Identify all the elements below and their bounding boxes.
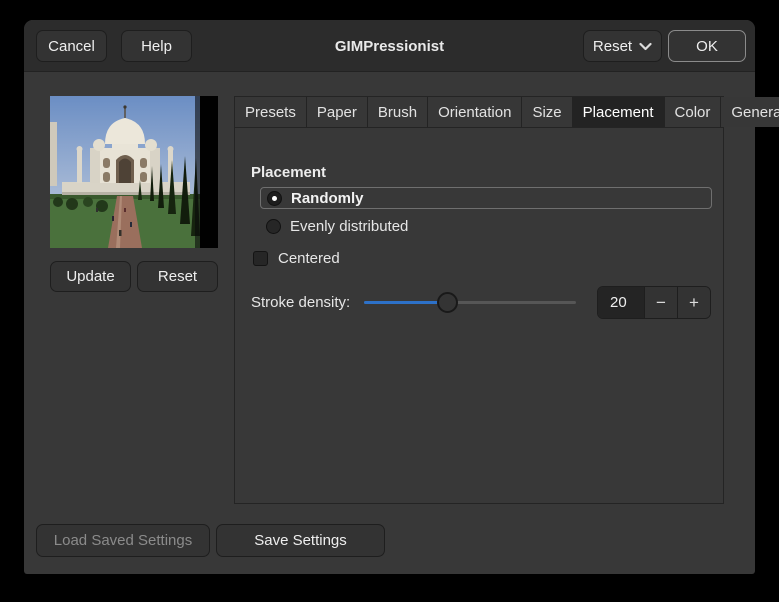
tab-orientation[interactable]: Orientation bbox=[428, 97, 523, 127]
placement-panel: Placement Randomly Evenly distributed Ce… bbox=[235, 128, 723, 503]
stroke-density-slider[interactable] bbox=[364, 286, 576, 319]
cancel-button-label: Cancel bbox=[48, 37, 95, 55]
update-button-label: Update bbox=[66, 268, 115, 285]
save-settings-button[interactable]: Save Settings bbox=[216, 524, 385, 557]
ok-button-label: OK bbox=[696, 37, 718, 55]
tab-paper[interactable]: Paper bbox=[306, 97, 368, 127]
reset-menu-label: Reset bbox=[592, 37, 633, 55]
checkbox-unchecked-icon bbox=[253, 251, 268, 266]
slider-thumb[interactable] bbox=[436, 292, 458, 313]
decrement-button[interactable]: − bbox=[644, 287, 677, 318]
taj-mahal-preview bbox=[50, 96, 218, 248]
help-button[interactable]: Help bbox=[121, 30, 192, 62]
slider-fill bbox=[364, 301, 447, 304]
tab-presets[interactable]: Presets bbox=[235, 97, 307, 127]
stroke-density-value[interactable]: 20 bbox=[598, 287, 644, 318]
update-button[interactable]: Update bbox=[50, 261, 131, 292]
cancel-button[interactable]: Cancel bbox=[36, 30, 107, 62]
section-title: Placement bbox=[251, 164, 327, 181]
increment-button[interactable]: + bbox=[677, 287, 710, 318]
tab-general[interactable]: General bbox=[721, 97, 779, 127]
help-button-label: Help bbox=[141, 37, 172, 55]
tab-bar: Presets Paper Brush Orientation Size Pla… bbox=[235, 97, 779, 128]
centered-checkbox-label: Centered bbox=[278, 250, 340, 267]
radio-on-icon bbox=[267, 190, 282, 206]
preview-reset-button-label: Reset bbox=[157, 268, 198, 285]
chevron-down-icon bbox=[639, 42, 652, 50]
preview-reset-button[interactable]: Reset bbox=[137, 261, 218, 292]
stroke-density-row: Stroke density: 20 − + bbox=[251, 286, 711, 319]
radio-option-evenly-distributed[interactable]: Evenly distributed bbox=[260, 215, 416, 237]
load-saved-settings-button[interactable]: Load Saved Settings bbox=[36, 524, 210, 557]
load-saved-settings-label: Load Saved Settings bbox=[53, 532, 193, 549]
tab-size[interactable]: Size bbox=[522, 97, 573, 127]
stroke-density-label: Stroke density: bbox=[251, 294, 351, 311]
reset-menu-button[interactable]: Reset bbox=[583, 30, 662, 62]
centered-checkbox-row[interactable]: Centered bbox=[253, 250, 340, 267]
radio-option-label: Randomly bbox=[291, 189, 364, 207]
titlebar: GIMPressionist Cancel Help Reset OK bbox=[24, 20, 755, 72]
tab-color[interactable]: Color bbox=[664, 97, 722, 127]
stroke-density-spinner: 20 − + bbox=[597, 286, 711, 319]
radio-off-icon bbox=[266, 218, 281, 234]
gimpressionist-dialog: GIMPressionist Cancel Help Reset OK Upda… bbox=[24, 20, 779, 574]
radio-option-label: Evenly distributed bbox=[290, 217, 409, 235]
save-settings-label: Save Settings bbox=[254, 532, 347, 549]
preview-image bbox=[50, 96, 218, 248]
radio-option-randomly[interactable]: Randomly bbox=[260, 187, 712, 209]
tab-placement[interactable]: Placement bbox=[572, 97, 665, 127]
tab-brush[interactable]: Brush bbox=[367, 97, 429, 127]
settings-notebook: Presets Paper Brush Orientation Size Pla… bbox=[234, 96, 779, 504]
ok-button[interactable]: OK bbox=[668, 30, 746, 62]
